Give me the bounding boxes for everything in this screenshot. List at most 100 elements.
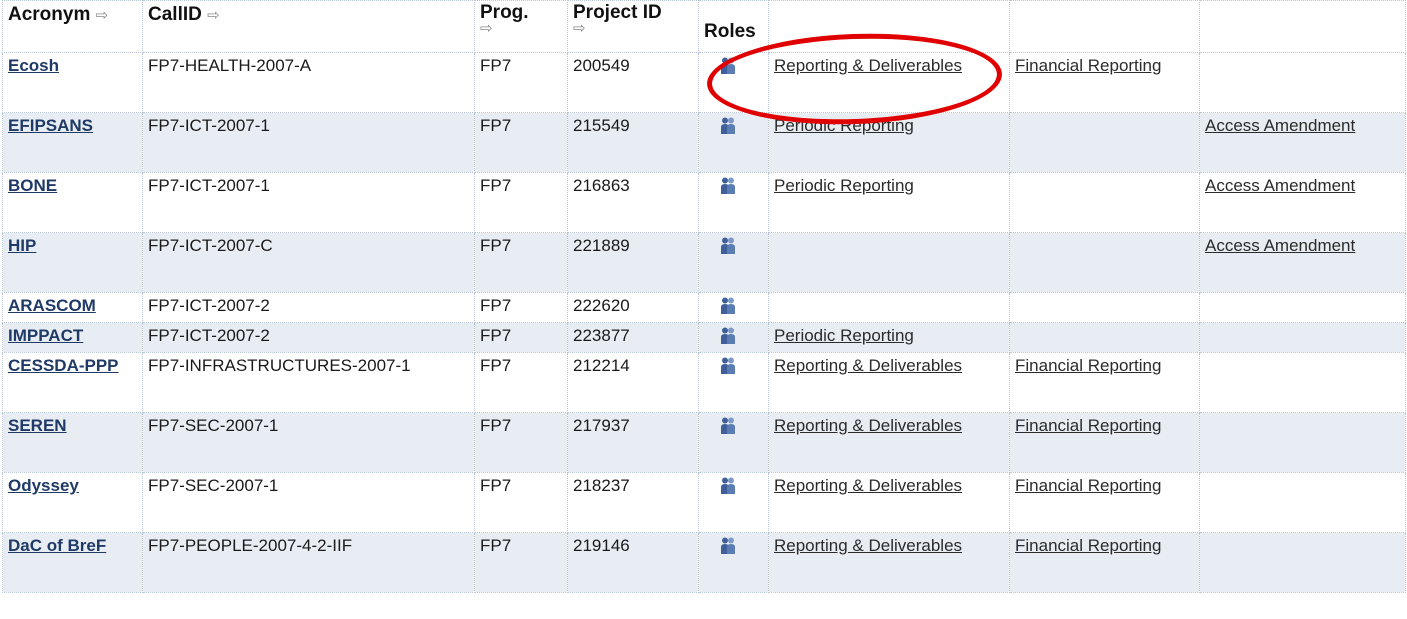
people-icon[interactable] [720, 177, 736, 195]
reporting-link[interactable]: Reporting & Deliverables [774, 536, 962, 555]
cell-link1: Reporting & Deliverables [768, 52, 1010, 113]
cell-project-id: 212214 [567, 352, 699, 413]
cell-prog: FP7 [474, 532, 568, 593]
project-acronym-link[interactable]: HIP [8, 236, 36, 255]
access-amendment-link[interactable]: Access Amendment [1205, 236, 1355, 255]
cell-roles [698, 172, 769, 233]
cell-acronym: IMPPACT [2, 322, 143, 353]
cell-prog: FP7 [474, 52, 568, 113]
sort-arrow-icon[interactable]: ⇨ [96, 7, 109, 24]
cell-acronym: SEREN [2, 412, 143, 473]
reporting-link[interactable]: Reporting & Deliverables [774, 476, 962, 495]
financial-reporting-link[interactable]: Financial Reporting [1015, 536, 1161, 555]
financial-reporting-link[interactable]: Financial Reporting [1015, 356, 1161, 375]
cell-link2: Financial Reporting [1009, 412, 1200, 473]
cell-callid: FP7-ICT-2007-2 [142, 292, 475, 323]
cell-link2 [1009, 232, 1200, 293]
reporting-link[interactable]: Reporting & Deliverables [774, 56, 962, 75]
cell-project-id: 223877 [567, 322, 699, 353]
people-icon[interactable] [720, 417, 736, 435]
access-amendment-link[interactable]: Access Amendment [1205, 176, 1355, 195]
sort-arrow-icon[interactable]: ⇨ [573, 21, 694, 36]
cell-roles [698, 292, 769, 323]
cell-link3 [1199, 352, 1406, 413]
header-callid-label: CallID [148, 4, 202, 25]
header-callid[interactable]: CallID ⇨ [142, 0, 475, 53]
people-icon[interactable] [720, 327, 736, 345]
project-acronym-link[interactable]: IMPPACT [8, 326, 83, 345]
project-acronym-link[interactable]: DaC of BreF [8, 536, 106, 555]
cell-link2 [1009, 172, 1200, 233]
sort-arrow-icon[interactable]: ⇨ [480, 21, 563, 36]
cell-project-id: 215549 [567, 112, 699, 173]
cell-link1: Periodic Reporting [768, 112, 1010, 173]
project-acronym-link[interactable]: CESSDA-PPP [8, 356, 119, 375]
cell-roles [698, 232, 769, 293]
cell-project-id: 221889 [567, 232, 699, 293]
people-icon[interactable] [720, 297, 736, 315]
cell-acronym: DaC of BreF [2, 532, 143, 593]
project-acronym-link[interactable]: Odyssey [8, 476, 79, 495]
project-acronym-link[interactable]: ARASCOM [8, 296, 96, 315]
cell-project-id: 222620 [567, 292, 699, 323]
cell-prog: FP7 [474, 472, 568, 533]
header-acronym[interactable]: Acronym ⇨ [2, 0, 143, 53]
cell-link2: Financial Reporting [1009, 532, 1200, 593]
cell-acronym: HIP [2, 232, 143, 293]
header-empty [1009, 0, 1200, 53]
people-icon[interactable] [720, 57, 736, 75]
cell-link3 [1199, 412, 1406, 473]
people-icon[interactable] [720, 357, 736, 375]
cell-project-id: 218237 [567, 472, 699, 533]
project-acronym-link[interactable]: SEREN [8, 416, 67, 435]
people-icon[interactable] [720, 237, 736, 255]
cell-acronym: ARASCOM [2, 292, 143, 323]
header-empty [1199, 0, 1406, 53]
people-icon[interactable] [720, 117, 736, 135]
cell-link3 [1199, 322, 1406, 353]
header-prog[interactable]: Prog. ⇨ [474, 0, 568, 53]
cell-link2 [1009, 112, 1200, 173]
cell-link3 [1199, 292, 1406, 323]
reporting-link[interactable]: Periodic Reporting [774, 326, 914, 345]
cell-prog: FP7 [474, 322, 568, 353]
financial-reporting-link[interactable]: Financial Reporting [1015, 416, 1161, 435]
cell-link2: Financial Reporting [1009, 472, 1200, 533]
cell-prog: FP7 [474, 412, 568, 473]
reporting-link[interactable]: Reporting & Deliverables [774, 356, 962, 375]
sort-arrow-icon[interactable]: ⇨ [207, 7, 220, 24]
cell-roles [698, 322, 769, 353]
header-row: Acronym ⇨ CallID ⇨ Prog. ⇨ Project ID ⇨ … [2, 0, 1406, 53]
reporting-link[interactable]: Reporting & Deliverables [774, 416, 962, 435]
cell-project-id: 219146 [567, 532, 699, 593]
cell-prog: FP7 [474, 352, 568, 413]
project-acronym-link[interactable]: BONE [8, 176, 57, 195]
financial-reporting-link[interactable]: Financial Reporting [1015, 476, 1161, 495]
cell-acronym: CESSDA-PPP [2, 352, 143, 413]
project-acronym-link[interactable]: Ecosh [8, 56, 59, 75]
cell-prog: FP7 [474, 112, 568, 173]
header-project-id[interactable]: Project ID ⇨ [567, 0, 699, 53]
people-icon[interactable] [720, 537, 736, 555]
financial-reporting-link[interactable]: Financial Reporting [1015, 56, 1161, 75]
reporting-link[interactable]: Periodic Reporting [774, 116, 914, 135]
cell-roles [698, 52, 769, 113]
cell-callid: FP7-ICT-2007-1 [142, 172, 475, 233]
cell-link1 [768, 232, 1010, 293]
cell-roles [698, 472, 769, 533]
cell-link3 [1199, 532, 1406, 593]
header-roles: Roles [698, 0, 769, 53]
table-row: Ecosh FP7-HEALTH-2007-A FP7 200549 Repor… [2, 52, 1406, 113]
project-acronym-link[interactable]: EFIPSANS [8, 116, 93, 135]
cell-link3 [1199, 52, 1406, 113]
people-icon[interactable] [720, 477, 736, 495]
cell-acronym: Odyssey [2, 472, 143, 533]
header-acronym-label: Acronym [8, 4, 91, 25]
header-roles-label: Roles [704, 20, 756, 42]
cell-callid: FP7-ICT-2007-1 [142, 112, 475, 173]
cell-roles [698, 112, 769, 173]
reporting-link[interactable]: Periodic Reporting [774, 176, 914, 195]
access-amendment-link[interactable]: Access Amendment [1205, 116, 1355, 135]
cell-roles [698, 412, 769, 473]
cell-link2: Financial Reporting [1009, 352, 1200, 413]
